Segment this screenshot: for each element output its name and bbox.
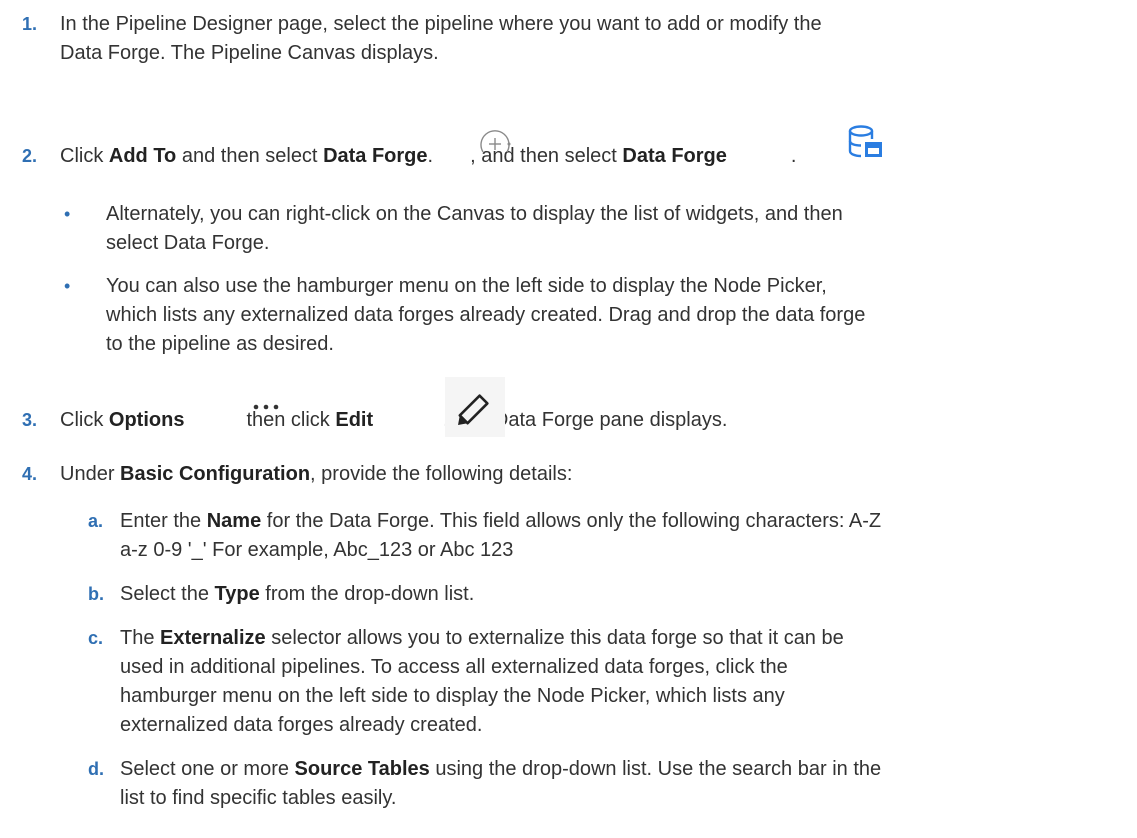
text-run: using the drop-down list. Use the search…	[429, 758, 882, 780]
sub-line: a-z 0-9 '_' For example, Abc_123 or Abc …	[120, 539, 514, 561]
bullet-text: Alternately, you can right-click on the …	[106, 200, 1107, 258]
sub-text: Select one or more Source Tables using t…	[120, 755, 1107, 813]
pencil-icon	[445, 377, 505, 437]
step-line: Click Options then click Edit. The Data F…	[60, 406, 1107, 435]
bold-term: Add To	[108, 145, 177, 167]
text-run: then click	[246, 409, 336, 431]
sub-line: externalized data forges already created…	[120, 714, 483, 736]
bullet-line: which lists any externalized data forges…	[106, 304, 866, 326]
text-run: , provide the following details:	[310, 463, 573, 485]
sub-line: Enter the Name for the Data Forge. This …	[120, 507, 1107, 536]
text-run: Select the	[120, 583, 215, 605]
text-run: and then select	[176, 145, 324, 167]
plus-circle-icon	[480, 130, 511, 153]
bullet-text: You can also use the hamburger menu on t…	[106, 272, 1107, 359]
sub-line: used in additional pipelines. To access …	[120, 656, 788, 678]
bullet-line: Alternately, you can right-click on the …	[106, 203, 843, 225]
step-text: Click Options then click Edit. The Data F…	[60, 406, 1107, 435]
bullet-line: You can also use the hamburger menu on t…	[106, 275, 827, 297]
text-run: for the Data Forge. This field allows on…	[261, 510, 882, 532]
sub-line: Select one or more Source Tables using t…	[120, 755, 1107, 784]
step-text: In the Pipeline Designer page, select th…	[60, 10, 1107, 68]
step-text: Under Basic Configuration, provide the f…	[60, 460, 1107, 489]
step-line: Data Forge. The Pipeline Canvas displays…	[60, 42, 439, 64]
text-run: The	[120, 627, 161, 649]
bold-term: Data Forge	[622, 145, 727, 167]
bullet-line: to the pipeline as desired.	[106, 333, 334, 355]
sub-text: Enter the Name for the Data Forge. This …	[120, 507, 1107, 565]
bullet-dot: •	[64, 204, 71, 224]
sub-letter: d.	[88, 759, 104, 779]
sub-line: The Externalize selector allows you to e…	[120, 624, 1107, 653]
ellipsis-icon	[253, 404, 279, 410]
step-line: Under Basic Configuration, provide the f…	[60, 460, 1107, 489]
bold-term: Name	[206, 510, 262, 532]
step-line: Click Add To and then select Data Forge.…	[60, 142, 1107, 171]
bullet-dot: •	[64, 276, 71, 296]
text-run: .	[427, 145, 434, 167]
step-number: 2.	[22, 146, 38, 166]
document: 1. In the Pipeline Designer page, select…	[0, 0, 1137, 838]
sub-line: Select the Type from the drop-down list.	[120, 580, 1107, 609]
bold-term: Data Forge	[323, 145, 428, 167]
bold-term: Source Tables	[294, 758, 430, 780]
step-number: 4.	[22, 464, 38, 484]
sub-text: The Externalize selector allows you to e…	[120, 624, 1107, 740]
bold-term: Edit	[335, 409, 374, 431]
sub-letter: c.	[88, 628, 104, 648]
text-run: Click	[60, 145, 109, 167]
sub-text: Select the Type from the drop-down list.	[120, 580, 1107, 609]
bold-term: Basic Configuration	[120, 463, 311, 485]
bold-term: Type	[214, 583, 260, 605]
text-run: Enter the	[120, 510, 207, 532]
sub-line: list to find specific tables easily.	[120, 787, 397, 809]
sub-letter: a.	[88, 511, 104, 531]
text-run: .	[790, 145, 797, 167]
text-run: selector allows you to externalize this …	[265, 627, 844, 649]
text-run: from the drop-down list.	[259, 583, 475, 605]
step-number: 1.	[22, 14, 38, 34]
step-line: In the Pipeline Designer page, select th…	[60, 13, 822, 35]
step-number: 3.	[22, 410, 38, 430]
sub-line: hamburger menu on the left side to displ…	[120, 685, 785, 707]
text-run: Select one or more	[120, 758, 295, 780]
text-run: Under	[60, 463, 121, 485]
bullet-line: select Data Forge.	[106, 232, 270, 254]
bold-term: Options	[108, 409, 185, 431]
database-table-icon	[848, 125, 882, 158]
step-text: Click Add To and then select Data Forge.…	[60, 142, 1107, 171]
sub-letter: b.	[88, 584, 104, 604]
bold-term: Externalize	[160, 627, 266, 649]
text-run: Click	[60, 409, 109, 431]
